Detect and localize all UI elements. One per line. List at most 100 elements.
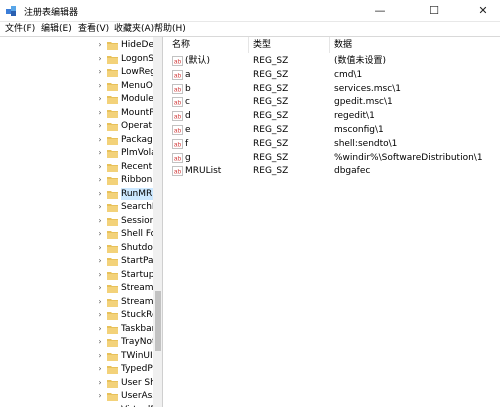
menu-favorites[interactable]: 收藏夹(A) [114,23,154,36]
chevron-right-icon[interactable]: › [96,94,104,104]
chevron-right-icon[interactable]: › [96,310,104,320]
tree-item[interactable]: › Session [0,214,153,228]
tree-item[interactable]: › Taskbar [0,322,153,336]
chevron-right-icon[interactable]: › [96,108,104,118]
tree-item[interactable]: › UserAss [0,389,153,403]
chevron-right-icon[interactable]: › [96,324,104,334]
chevron-right-icon[interactable]: › [96,202,104,212]
folder-icon [107,190,118,199]
tree-item-label: MenuO [121,80,153,91]
tree-item[interactable]: › SearchP [0,200,153,214]
tree-item[interactable]: › Startupa [0,268,153,282]
chevron-right-icon[interactable]: › [96,175,104,185]
folder-icon [107,379,118,388]
value-row[interactable]: ab g REG_SZ %windir%\SoftwareDistribution\1 [164,151,500,165]
tree-item[interactable]: › TWinUI [0,349,153,363]
menu-view[interactable]: 查看(V) [78,23,109,36]
tree-item[interactable]: ›VirtualD [0,403,153,407]
chevron-right-icon[interactable]: › [96,67,104,77]
chevron-right-icon[interactable]: › [96,229,104,239]
tree-item[interactable]: › StuckRe [0,308,153,322]
value-name-cell: e [185,125,191,135]
value-row[interactable]: ab (默认) REG_SZ (数值未设置) [164,54,500,68]
chevron-right-icon[interactable]: › [96,162,104,172]
value-type-cell: REG_SZ [253,111,289,122]
values-pane[interactable]: 名称 类型 数据 ab (默认) REG_SZ (数值未设置) ab a REG_SZ cmd… [164,37,500,407]
chevron-right-icon[interactable]: › [96,121,104,131]
svg-text:ab: ab [174,128,182,135]
menu-file[interactable]: 文件(F) [5,23,35,36]
value-row[interactable]: ab b REG_SZ services.msc\1 [164,82,500,96]
tree-scrollbar[interactable] [153,37,162,407]
tree-item[interactable]: › Shutdov [0,241,153,255]
tree-item[interactable]: › MountP [0,106,153,120]
tree-item[interactable]: › Ribbon [0,173,153,187]
tree-item[interactable]: › LowReg [0,65,153,79]
chevron-right-icon[interactable]: › [96,256,104,266]
tree-item[interactable]: › RunMRU [0,187,153,201]
chevron-right-icon[interactable]: › [96,351,104,361]
tree-item[interactable]: › HideDes [0,38,153,52]
chevron-right-icon[interactable]: › [96,283,104,293]
tree-item[interactable]: › PlmVola [0,146,153,160]
value-row[interactable]: ab c REG_SZ gpedit.msc\1 [164,95,500,109]
folder-icon [107,393,118,401]
tree-item-label: Package [121,134,153,145]
value-row[interactable]: ab f REG_SZ shell:sendto\1 [164,137,500,151]
string-value-ab-icon: ab [172,166,183,177]
chevron-right-icon[interactable]: › [96,297,104,307]
tree-item[interactable]: › RecentD [0,160,153,174]
tree-item[interactable]: › Package [0,133,153,147]
tree-item[interactable]: › StartPag [0,254,153,268]
folder-icon [107,109,118,118]
chevron-right-icon[interactable]: › [96,216,104,226]
chevron-right-icon[interactable]: › [96,148,104,158]
tree-item[interactable]: › StreamN [0,281,153,295]
value-row[interactable]: ab MRUList REG_SZ dbgafec [164,164,500,178]
chevron-right-icon[interactable]: › [96,270,104,280]
folder-icon [107,244,118,253]
tree-item[interactable]: › Streams [0,295,153,309]
tree-item[interactable]: › User Sh [0,376,153,390]
tree-item[interactable]: › Operati [0,119,153,133]
folder-icon [107,231,118,239]
tree-item[interactable]: › LogonS [0,52,153,66]
chevron-right-icon[interactable]: › [96,243,104,253]
chevron-right-icon[interactable]: › [96,81,104,91]
column-divider[interactable] [329,37,330,53]
key-tree-pane[interactable]: › HideDes › LogonS › LowReg › MenuO › Module › Moun… [0,37,163,407]
value-row[interactable]: ab d REG_SZ regedit\1 [164,109,500,123]
menu-edit[interactable]: 编辑(E) [41,23,72,36]
value-row[interactable]: ab a REG_SZ cmd\1 [164,68,500,82]
chevron-right-icon[interactable]: › [96,337,104,347]
chevron-right-icon[interactable]: › [96,54,104,64]
chevron-right-icon[interactable]: › [96,391,104,401]
column-header-type[interactable]: 类型 [253,37,271,53]
tree-item[interactable]: › TypedPa [0,362,153,376]
column-header-name[interactable]: 名称 [172,37,190,53]
tree-item[interactable]: › TrayNot [0,335,153,349]
svg-text:ab: ab [174,169,182,176]
value-data-cell: msconfig\1 [334,125,384,135]
chevron-right-icon[interactable]: › [96,135,104,145]
chevron-right-icon[interactable]: › [96,378,104,388]
tree-item[interactable]: › Module [0,92,153,106]
tree-item[interactable]: › MenuO [0,79,153,93]
value-row[interactable]: ab e REG_SZ msconfig\1 [164,123,500,137]
chevron-right-icon[interactable]: › [96,40,104,50]
minimize-button[interactable]: — [363,0,397,22]
close-button[interactable]: ✕ [466,0,500,22]
value-name-cell: MRUList [185,166,222,177]
maximize-button[interactable]: ☐ [417,0,451,22]
value-name-cell: c [185,97,190,108]
menu-help[interactable]: 帮助(H) [154,23,186,36]
tree-item[interactable]: › Shell Fo [0,227,153,241]
tree-scrollbar-thumb[interactable] [155,291,161,351]
folder-icon [107,123,118,131]
value-type-cell: REG_SZ [253,138,289,149]
column-header-data[interactable]: 数据 [334,37,352,53]
chevron-right-icon[interactable]: › [96,189,104,199]
string-value-ab-icon: ab [172,111,183,121]
column-divider[interactable] [248,37,249,53]
chevron-right-icon[interactable]: › [96,364,104,374]
